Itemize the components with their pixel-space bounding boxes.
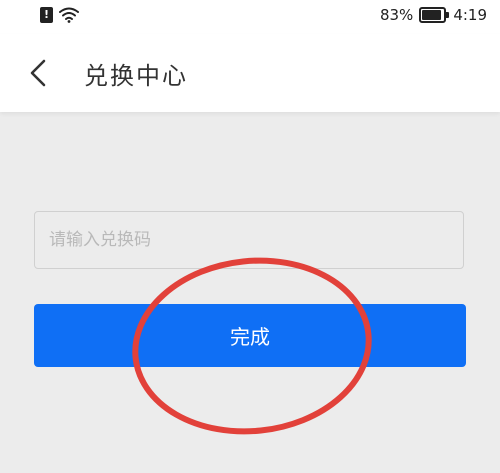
status-right: 83% 4:19 xyxy=(380,6,487,24)
status-bar: ! 83% 4:19 xyxy=(0,0,500,34)
page-title: 兑换中心 xyxy=(84,62,188,90)
alert-icon: ! xyxy=(40,7,53,23)
status-left: ! xyxy=(40,7,79,23)
battery-icon xyxy=(419,7,450,23)
battery-fill xyxy=(422,10,442,20)
status-time: 4:19 xyxy=(453,6,487,24)
done-button[interactable]: 完成 xyxy=(34,304,466,367)
redeem-code-input[interactable] xyxy=(34,211,464,269)
wifi-icon xyxy=(59,7,79,23)
back-arrow-icon xyxy=(30,59,46,87)
battery-percent: 83% xyxy=(379,6,414,24)
back-button[interactable] xyxy=(22,54,58,92)
nav-bar: 兑换中心 xyxy=(0,34,500,112)
